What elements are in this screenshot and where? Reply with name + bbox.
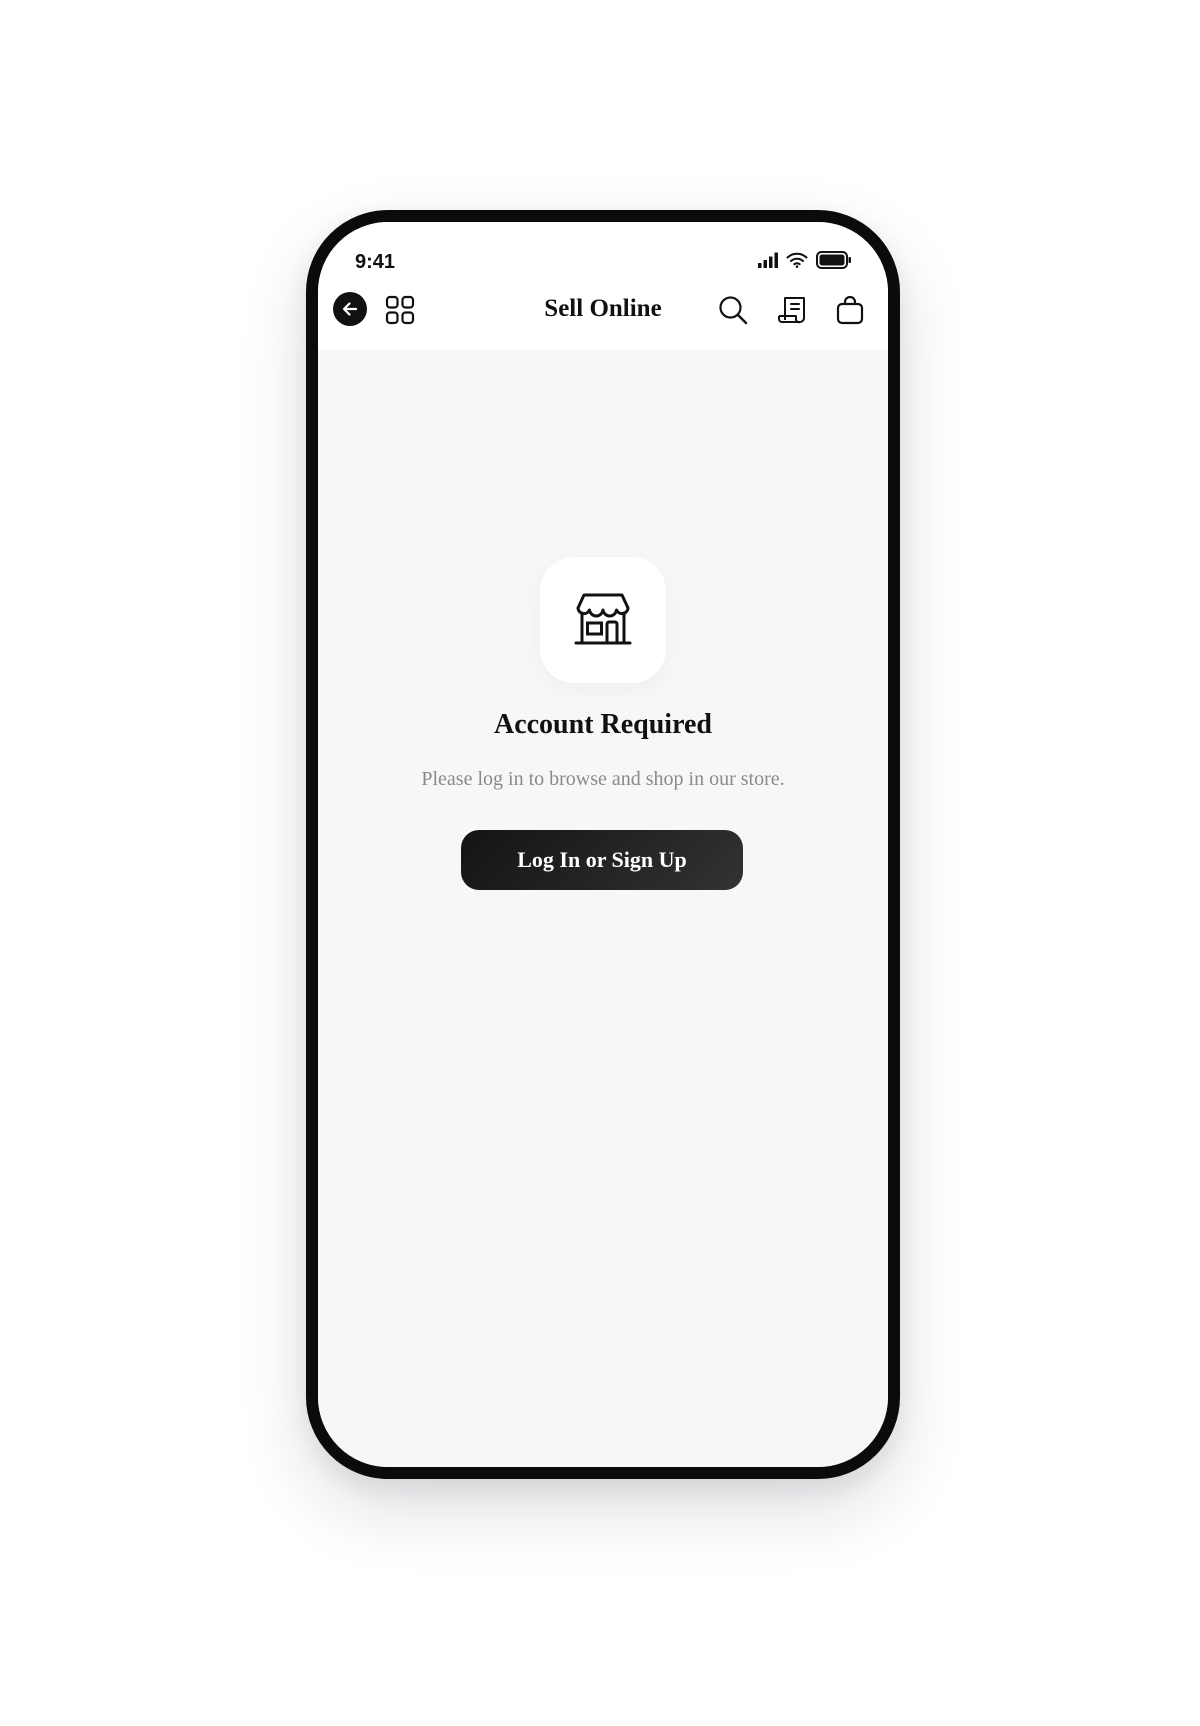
empty-state-subtitle: Please log in to browse and shop in our … <box>421 768 785 790</box>
status-icons <box>758 250 852 274</box>
empty-state-title: Account Required <box>493 709 713 740</box>
storefront-icon <box>573 592 633 648</box>
orders-button[interactable] <box>772 290 812 330</box>
login-signup-button[interactable]: Log In or Sign Up <box>461 830 743 890</box>
canvas: 9:41 Sell Online Account Required Please… <box>0 0 1200 1726</box>
top-area: 9:41 Sell Online <box>318 222 888 350</box>
search-icon <box>718 295 748 325</box>
receipt-icon <box>776 294 808 326</box>
status-time: 9:41 <box>355 251 396 273</box>
wifi-icon <box>786 252 808 273</box>
shopping-bag-icon <box>835 295 865 325</box>
cellular-signal-icon <box>758 252 778 273</box>
main-content: Account Required Please log in to browse… <box>318 350 888 1467</box>
phone-frame: 9:41 Sell Online Account Required Please… <box>306 210 900 1479</box>
cart-button[interactable] <box>830 290 870 330</box>
battery-icon <box>816 250 852 274</box>
storefront-tile <box>540 557 666 683</box>
nav-bar: Sell Online <box>318 284 888 350</box>
search-button[interactable] <box>713 290 753 330</box>
